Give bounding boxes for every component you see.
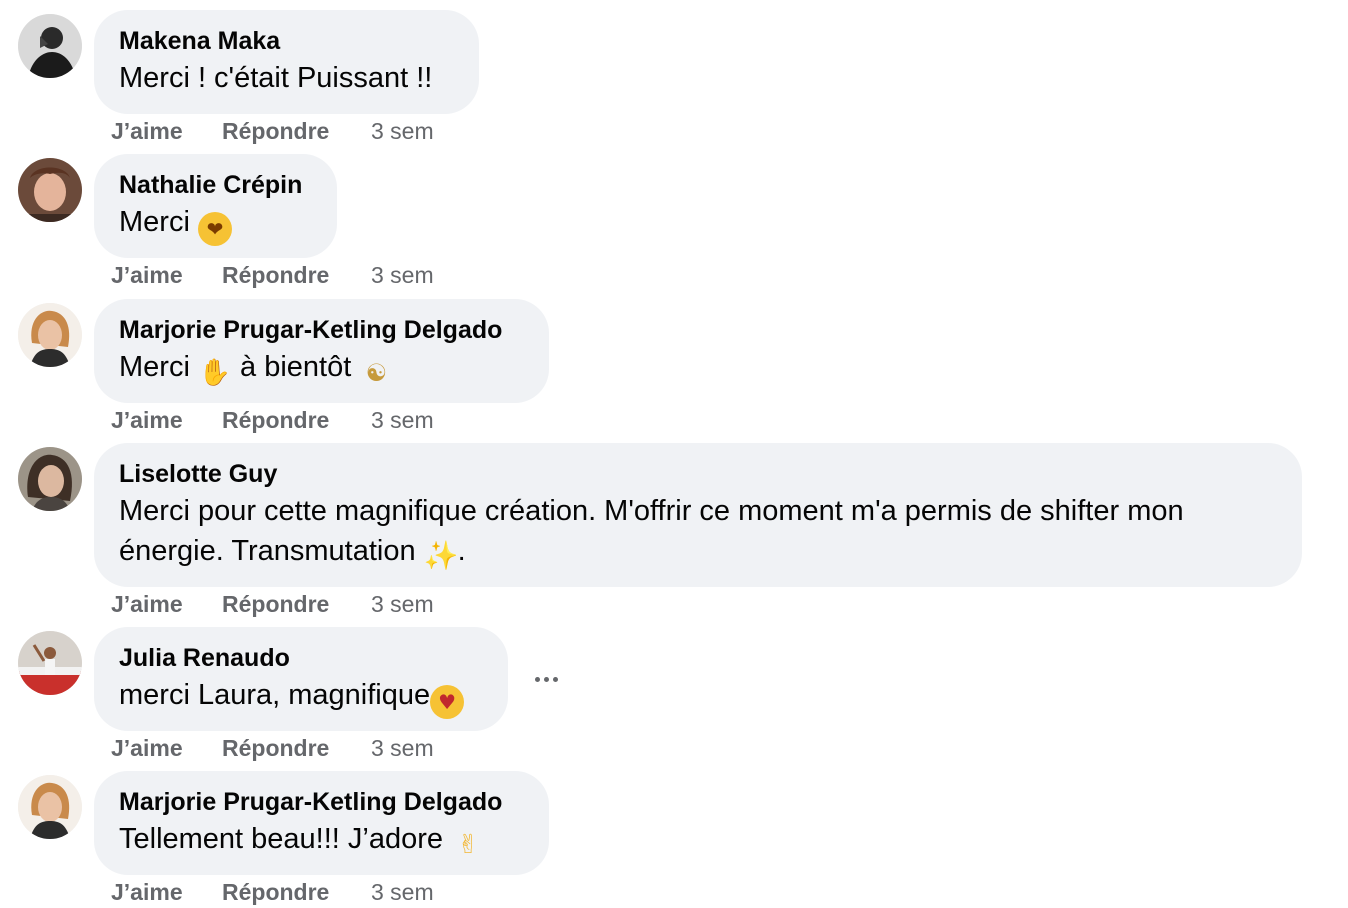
reply-button[interactable]: Répondre [222, 406, 371, 434]
comment-timestamp[interactable]: 3 sem [371, 406, 434, 434]
comment-bubble: Marjorie Prugar-Ketling Delgado Tellemen… [94, 771, 549, 875]
comment-text-part: à bientôt [231, 351, 360, 383]
comment-timestamp[interactable]: 3 sem [371, 878, 434, 906]
reply-button[interactable]: Répondre [222, 734, 371, 762]
avatar[interactable] [18, 14, 82, 78]
comment-bubble: Nathalie Crépin Merci ❤ [94, 154, 337, 258]
comment-text: Merci ! c'était Puissant !! [119, 62, 433, 94]
comment-bubble: Makena Maka Merci ! c'était Puissant !! [94, 10, 479, 114]
comment-actions: J’aime Répondre 3 sem [111, 261, 434, 289]
avatar[interactable] [18, 303, 82, 367]
comment-bubble: Julia Renaudo merci Laura, magnifique ♥ [94, 627, 508, 731]
reply-button[interactable]: Répondre [222, 878, 371, 906]
comment-timestamp[interactable]: 3 sem [371, 261, 434, 289]
comment-text-part: Merci [119, 206, 198, 238]
avatar[interactable] [18, 447, 82, 511]
avatar-photo-icon [18, 14, 82, 78]
avatar[interactable] [18, 775, 82, 839]
comment-timestamp[interactable]: 3 sem [371, 734, 434, 762]
reply-button[interactable]: Répondre [222, 261, 371, 289]
like-button[interactable]: J’aime [111, 261, 222, 289]
avatar-photo-icon [18, 303, 82, 367]
comment-actions: J’aime Répondre 3 sem [111, 878, 434, 906]
comment-actions: J’aime Répondre 3 sem [111, 734, 434, 762]
comment-author[interactable]: Julia Renaudo [119, 643, 484, 673]
more-horizontal-icon [534, 676, 540, 682]
comment-text-part: Merci [119, 351, 198, 383]
comment-author[interactable]: Makena Maka [119, 26, 455, 56]
comment-author[interactable]: Nathalie Crépin [119, 170, 313, 200]
waving-hand-emoji: ✋ [198, 358, 232, 388]
comment-text-part: merci Laura, magnifique [119, 679, 431, 711]
avatar[interactable] [18, 158, 82, 222]
comment-text-line: énergie. Transmutation [119, 535, 424, 567]
avatar-photo-icon [18, 447, 82, 511]
like-button[interactable]: J’aime [111, 734, 222, 762]
like-button[interactable]: J’aime [111, 117, 222, 145]
like-button[interactable]: J’aime [111, 590, 222, 618]
more-horizontal-icon [552, 676, 558, 682]
comment-author[interactable]: Marjorie Prugar-Ketling Delgado [119, 787, 525, 817]
comment-text: Merci ❤ [119, 202, 313, 246]
like-button[interactable]: J’aime [111, 878, 222, 906]
more-horizontal-icon [543, 676, 549, 682]
avatar-photo-icon [18, 158, 82, 222]
person-in-lotus-position-emoji: ☯ [365, 359, 388, 387]
comment-text-line: Merci pour cette magnifique création. M'… [119, 495, 1184, 527]
comment-text: Merci pour cette magnifique création. M'… [119, 491, 1278, 573]
comment-text: merci Laura, magnifique ♥ [119, 675, 484, 719]
avatar[interactable] [18, 631, 82, 695]
avatar-photo-icon [18, 775, 82, 839]
comment-actions: J’aime Répondre 3 sem [111, 117, 434, 145]
comment-actions: J’aime Répondre 3 sem [111, 406, 434, 434]
comment-timestamp[interactable]: 3 sem [371, 117, 434, 145]
like-button[interactable]: J’aime [111, 406, 222, 434]
comment-timestamp[interactable]: 3 sem [371, 590, 434, 618]
smiling-face-with-hearts-emoji: ♥ [430, 685, 465, 719]
sparkles-emoji: ✨ [423, 539, 459, 572]
comment-text: Merci ✋ à bientôt ☯ [119, 347, 525, 390]
comment-text-part: Tellement beau!!! J’adore [119, 823, 452, 855]
comment-text: Tellement beau!!! J’adore ✌ [119, 819, 525, 862]
comment-actions: J’aime Répondre 3 sem [111, 590, 434, 618]
avatar-photo-icon [18, 631, 82, 695]
comment-bubble: Marjorie Prugar-Ketling Delgado Merci ✋ … [94, 299, 549, 403]
more-options-button[interactable] [526, 664, 566, 694]
comment-text-part: . [457, 535, 466, 567]
comment-author[interactable]: Marjorie Prugar-Ketling Delgado [119, 315, 525, 345]
comment-bubble: Liselotte Guy Merci pour cette magnifiqu… [94, 443, 1302, 587]
kissing-heart-emoji: ❤ [197, 212, 232, 246]
call-me-hand-emoji: ✌ [457, 830, 479, 860]
reply-button[interactable]: Répondre [222, 590, 371, 618]
comment-author[interactable]: Liselotte Guy [119, 459, 1278, 489]
reply-button[interactable]: Répondre [222, 117, 371, 145]
